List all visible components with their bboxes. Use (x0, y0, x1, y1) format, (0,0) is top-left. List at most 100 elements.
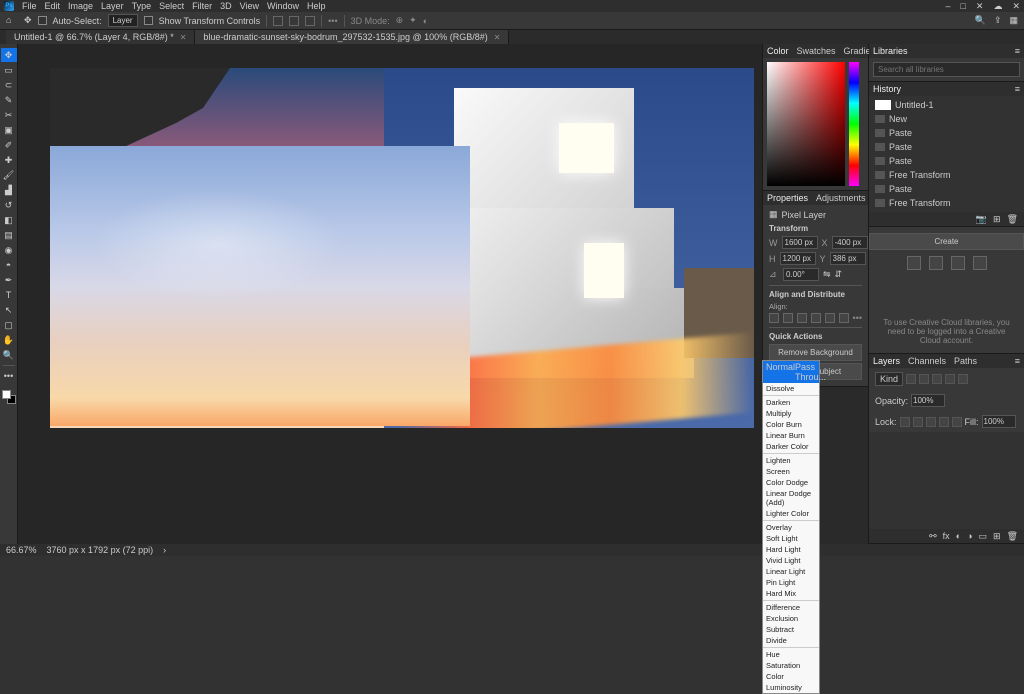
layer-mask-icon[interactable]: ◐ (956, 531, 961, 541)
tab-channels[interactable]: Channels (908, 356, 946, 366)
blend-mode-option[interactable]: Linear Dodge (Add) (763, 488, 819, 508)
menu-window[interactable]: Window (267, 1, 299, 11)
home-icon[interactable]: ⌂ (6, 15, 18, 27)
blend-mode-option[interactable]: Overlay (763, 522, 819, 533)
maximize-icon[interactable]: □ (960, 1, 965, 12)
filter-type-icon[interactable] (932, 374, 942, 384)
app-close-icon[interactable]: ✕ (1012, 1, 1020, 12)
tab-history[interactable]: History (873, 84, 901, 94)
layer-list[interactable] (869, 432, 1024, 529)
libraries-search-input[interactable] (873, 62, 1020, 77)
align-right-icon[interactable] (797, 313, 807, 323)
blend-mode-option[interactable]: Divide (763, 635, 819, 646)
edit-toolbar[interactable]: ••• (1, 369, 17, 383)
color-swatches[interactable] (2, 390, 16, 404)
align-right-icon[interactable] (305, 16, 315, 26)
workspace-icon[interactable]: ▦ (1009, 15, 1018, 26)
blend-mode-option[interactable]: Hard Mix (763, 588, 819, 599)
align-top-icon[interactable] (811, 313, 821, 323)
stamp-tool[interactable]: ▟ (1, 183, 17, 197)
zoom-tool[interactable]: 🔍 (1, 348, 17, 362)
blend-mode-option[interactable]: Lighter Color (763, 508, 819, 519)
doc-size[interactable]: 3760 px x 1792 px (72 ppi) (47, 545, 154, 555)
menu-3d[interactable]: 3D (220, 1, 232, 11)
filter-shape-icon[interactable] (945, 374, 955, 384)
blend-mode-option[interactable]: Difference (763, 602, 819, 613)
blend-mode-option[interactable]: Vivid Light (763, 555, 819, 566)
grid-view-icon[interactable] (907, 256, 921, 270)
autoselect-checkbox[interactable] (38, 16, 47, 25)
tab-swatches[interactable]: Swatches (797, 46, 836, 56)
history-brush-tool[interactable]: ↺ (1, 198, 17, 212)
color-field[interactable] (767, 62, 845, 186)
menu-layer[interactable]: Layer (101, 1, 124, 11)
close-icon[interactable]: ✕ (976, 1, 984, 12)
share-icon[interactable]: ⇪ (994, 15, 1002, 26)
adjustment-icon[interactable]: ◑ (967, 531, 972, 541)
gradient-tool[interactable]: ▤ (1, 228, 17, 242)
tab-properties[interactable]: Properties (767, 193, 808, 203)
history-item[interactable]: Paste (869, 182, 1024, 196)
align-bottom-icon[interactable] (839, 313, 849, 323)
panel-menu-icon[interactable]: ≡ (1015, 84, 1020, 94)
canvas-area[interactable] (18, 44, 762, 544)
blend-mode-option[interactable]: Darken (763, 397, 819, 408)
snapshot-icon[interactable]: 📷 (976, 214, 987, 225)
lock-position-icon[interactable] (926, 417, 936, 427)
menu-help[interactable]: Help (307, 1, 326, 11)
create-library-button[interactable]: Create (869, 233, 1024, 250)
close-tab-icon[interactable]: ✕ (494, 33, 501, 42)
history-item[interactable]: Paste (869, 140, 1024, 154)
blend-mode-option[interactable]: Screen (763, 466, 819, 477)
flip-v-icon[interactable]: ⇵ (835, 269, 843, 280)
panel-menu-icon[interactable]: ≡ (1015, 46, 1020, 56)
sort-icon[interactable] (951, 256, 965, 270)
history-item[interactable]: Free Transform (869, 168, 1024, 182)
menu-file[interactable]: File (22, 1, 37, 11)
minimize-icon[interactable]: – (945, 1, 950, 12)
tab-color[interactable]: Color (767, 46, 789, 56)
blend-mode-option[interactable]: Dissolve (763, 383, 819, 394)
marquee-tool[interactable]: ▭ (1, 63, 17, 77)
path-tool[interactable]: ↖ (1, 303, 17, 317)
blend-mode-option[interactable]: Luminosity (763, 682, 819, 693)
align-vcenter-icon[interactable] (825, 313, 835, 323)
tab-untitled[interactable]: Untitled-1 @ 66.7% (Layer 4, RGB/8#) * ✕ (6, 30, 195, 44)
blend-mode-option[interactable]: Multiply (763, 408, 819, 419)
menu-filter[interactable]: Filter (192, 1, 212, 11)
menu-edit[interactable]: Edit (45, 1, 61, 11)
brush-tool[interactable]: 🖌 (1, 168, 17, 182)
foreground-swatch[interactable] (2, 390, 11, 399)
hue-slunlocked[interactable] (849, 62, 859, 186)
type-tool[interactable]: T (1, 288, 17, 302)
group-icon[interactable]: ▭ (979, 531, 988, 542)
cloud-icon[interactable]: ☁ (993, 1, 1002, 12)
menu-select[interactable]: Select (159, 1, 184, 11)
tab-sunset-image[interactable]: blue-dramatic-sunset-sky-bodrum_297532-1… (195, 30, 509, 44)
eraser-tool[interactable]: ◧ (1, 213, 17, 227)
list-view-icon[interactable] (929, 256, 943, 270)
lock-paint-icon[interactable] (913, 417, 923, 427)
blend-mode-option[interactable]: Color Dodge (763, 477, 819, 488)
hand-tool[interactable]: ✋ (1, 333, 17, 347)
blend-mode-option[interactable]: Linear Burn (763, 430, 819, 441)
trash-icon[interactable]: 🗑 (1007, 531, 1018, 542)
height-input[interactable] (780, 252, 816, 265)
3d-pan-icon[interactable]: ✦ (409, 15, 417, 26)
trash-icon[interactable]: 🗑 (1007, 214, 1018, 225)
width-input[interactable] (782, 236, 818, 249)
pen-tool[interactable]: ✒ (1, 273, 17, 287)
y-input[interactable] (830, 252, 866, 265)
filter-kind-dropdown[interactable]: Kind (875, 372, 903, 386)
blend-mode-option[interactable]: Color (763, 671, 819, 682)
flip-h-icon[interactable]: ⇋ (823, 269, 831, 280)
align-left-icon[interactable] (769, 313, 779, 323)
blend-mode-option[interactable]: Linear Light (763, 566, 819, 577)
history-item[interactable]: Free Transform (869, 196, 1024, 210)
blend-mode-option[interactable]: Color Burn (763, 419, 819, 430)
panel-menu-icon[interactable]: ≡ (1015, 356, 1020, 366)
tab-paths[interactable]: Paths (954, 356, 977, 366)
tab-libraries[interactable]: Libraries (873, 46, 908, 56)
remove-bg-button[interactable]: Remove Background (769, 344, 862, 361)
quick-select-tool[interactable]: ✎ (1, 93, 17, 107)
